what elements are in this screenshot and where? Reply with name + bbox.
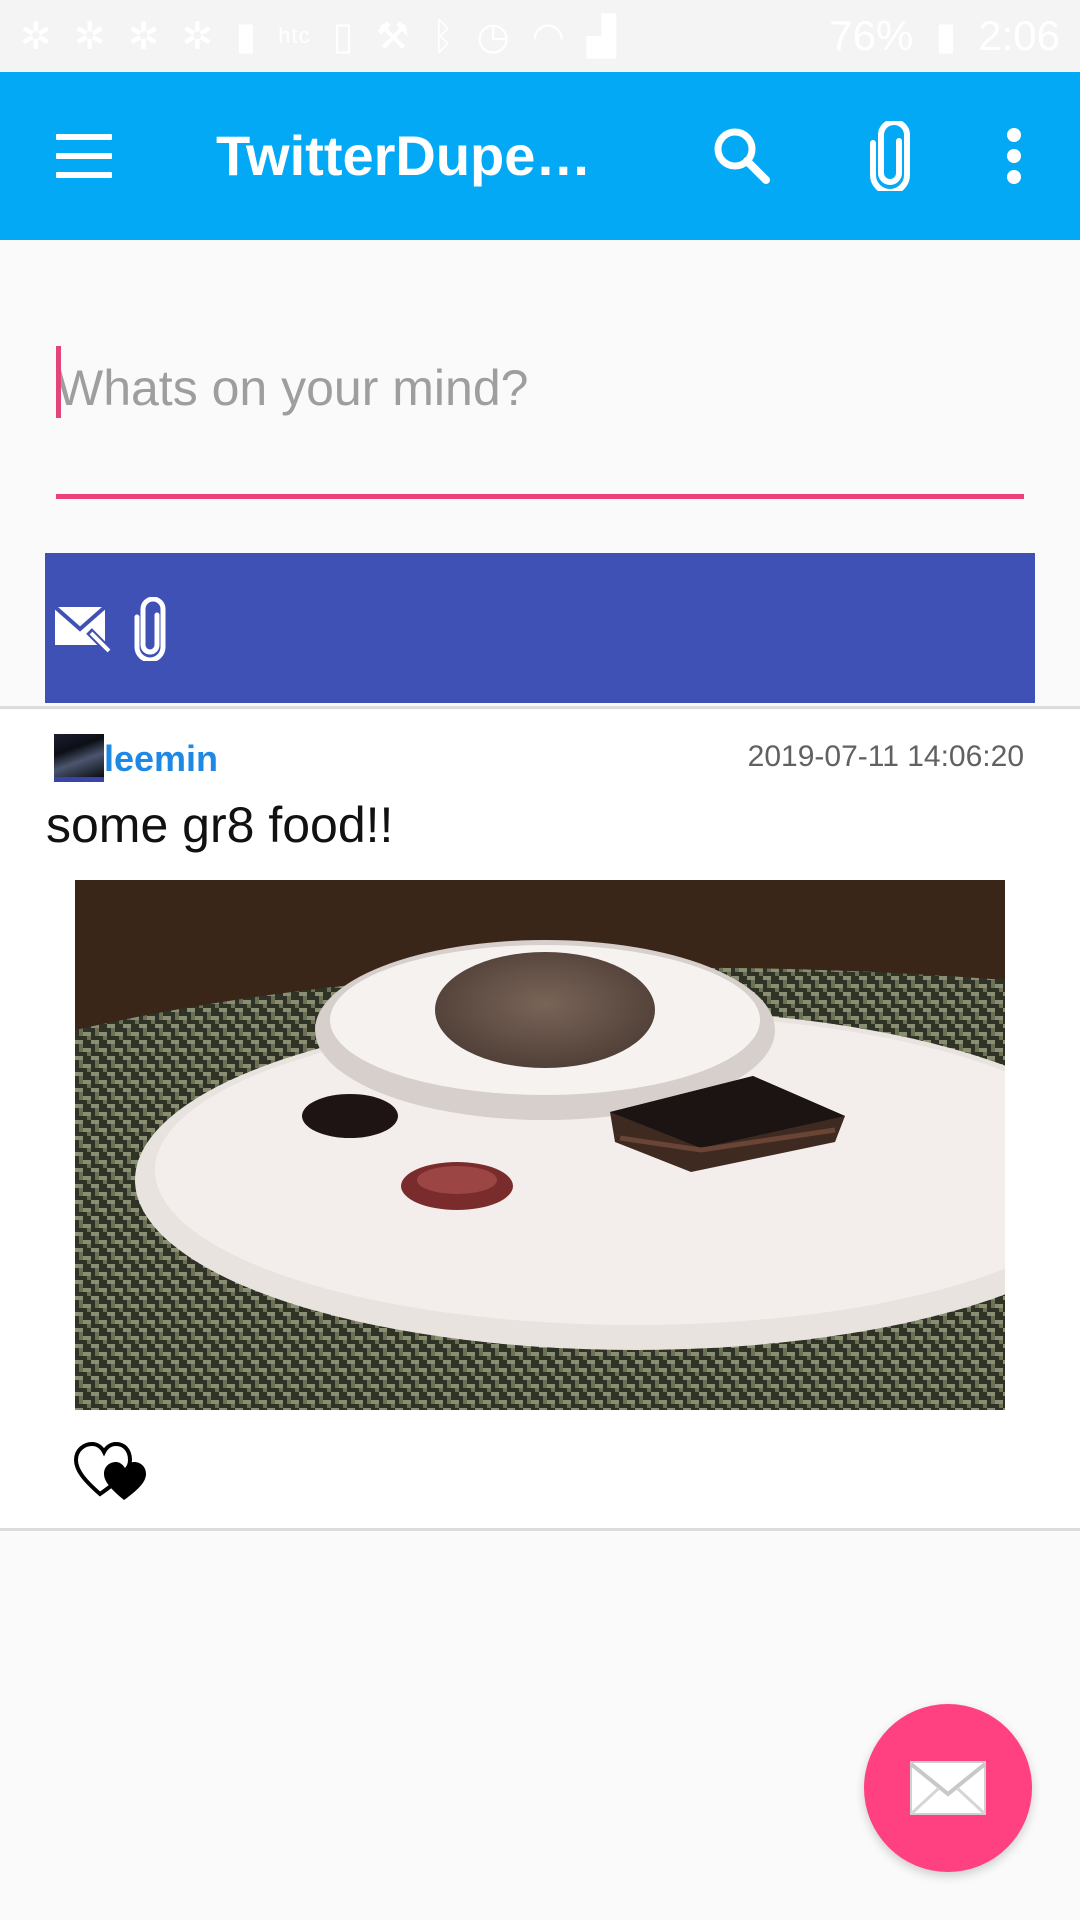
menu-icon[interactable] xyxy=(56,134,112,178)
post-timestamp: 2019-07-11 14:06:20 xyxy=(747,740,1024,773)
search-icon[interactable] xyxy=(704,118,780,194)
post-username[interactable]: leemin xyxy=(104,738,218,780)
signal-icon: ▟ xyxy=(586,14,617,58)
compose-input[interactable] xyxy=(56,340,1024,436)
camera-shutter-icon: ✲ xyxy=(73,14,106,58)
wrench-icon: ⚒ xyxy=(375,14,410,58)
camera-shutter-icon: ✲ xyxy=(20,14,52,58)
avatar[interactable] xyxy=(54,734,104,782)
paperclip-icon[interactable] xyxy=(133,597,169,661)
divider xyxy=(0,706,1080,709)
divider xyxy=(0,1528,1080,1531)
status-right: 76% ▮ 2:06 xyxy=(829,12,1060,60)
mail-edit-icon[interactable] xyxy=(53,597,115,661)
compose-area xyxy=(56,340,1024,504)
carrier-label: htc xyxy=(278,23,311,48)
more-vert-icon[interactable] xyxy=(976,118,1052,194)
battery-icon: ▮ xyxy=(935,14,957,58)
post-image[interactable] xyxy=(75,880,1080,1410)
compose-underline xyxy=(56,494,1024,499)
bluetooth-icon: ᛒ xyxy=(431,14,455,58)
like-hearts-icon[interactable] xyxy=(73,1440,150,1504)
person-icon: ▮ xyxy=(235,14,257,58)
status-left: ✲ ✲ ✲ ✲ ▮ htc ▯ ⚒ ᛒ ◷ ◠ ▟ xyxy=(20,14,616,58)
post-text: some gr8 food!! xyxy=(46,797,394,853)
clock: 2:06 xyxy=(978,12,1060,59)
mail-icon xyxy=(909,1761,987,1816)
wifi-icon: ◠ xyxy=(531,14,565,58)
camera-shutter-icon: ✲ xyxy=(181,14,214,58)
battery-percent: 76% xyxy=(829,12,914,59)
status-bar: ✲ ✲ ✲ ✲ ▮ htc ▯ ⚒ ᛒ ◷ ◠ ▟ 76% ▮ 2:06 xyxy=(0,0,1080,72)
post-card[interactable]: leemin 2019-07-11 14:06:20 some gr8 food… xyxy=(0,710,1080,1528)
camera-shutter-icon: ✲ xyxy=(127,14,160,58)
compose-action-bar xyxy=(45,553,1035,703)
paperclip-icon[interactable] xyxy=(852,118,928,194)
app-bar: TwitterDupeW… xyxy=(0,72,1080,240)
alarm-icon: ◷ xyxy=(476,14,510,58)
app-title: TwitterDupeW… xyxy=(216,124,636,187)
phone-icon: ▯ xyxy=(332,14,354,58)
text-caret xyxy=(56,346,61,418)
compose-fab-button[interactable] xyxy=(864,1704,1032,1872)
